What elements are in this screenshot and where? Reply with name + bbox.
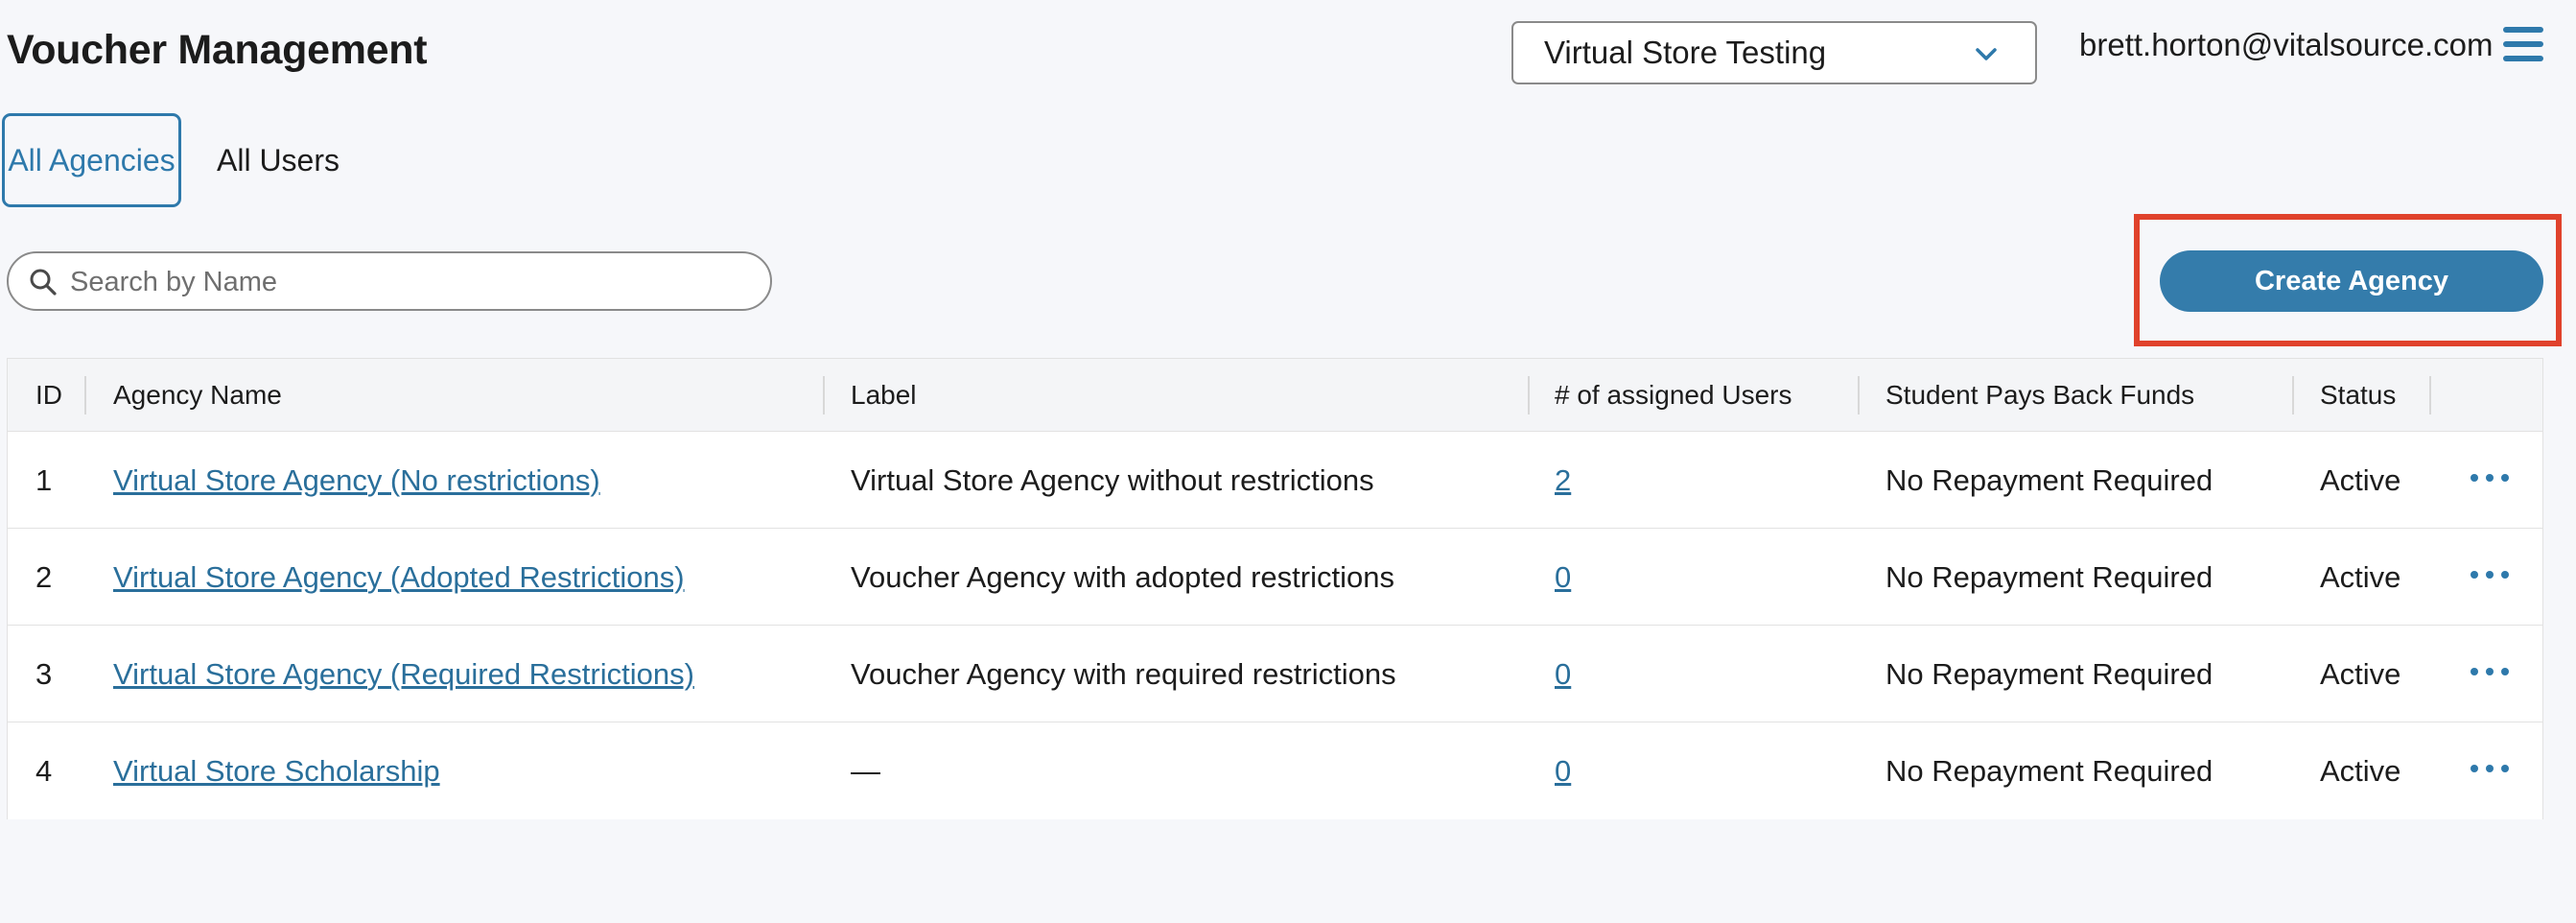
agencies-table: ID Agency Name Label # of assigned Users… bbox=[7, 358, 2543, 819]
column-header-student-pays-back[interactable]: Student Pays Back Funds bbox=[1885, 359, 2194, 432]
cell-label: — bbox=[851, 753, 880, 788]
agency-name-link[interactable]: Virtual Store Agency (Adopted Restrictio… bbox=[113, 560, 685, 595]
column-header-id[interactable]: ID bbox=[35, 359, 62, 432]
search-box bbox=[7, 251, 772, 311]
cell-student-pays-back: No Repayment Required bbox=[1885, 656, 2213, 691]
status-text: Active bbox=[2320, 462, 2401, 497]
agency-name-link[interactable]: Virtual Store Scholarship bbox=[113, 754, 440, 789]
cell-label: Virtual Store Agency without restriction… bbox=[851, 462, 1374, 497]
assigned-users-link[interactable]: 0 bbox=[1555, 754, 1571, 789]
cell-student-pays-back: No Repayment Required bbox=[1885, 462, 2213, 497]
more-options-icon[interactable] bbox=[2471, 759, 2509, 778]
assigned-users-link[interactable]: 2 bbox=[1555, 463, 1571, 498]
create-agency-button[interactable]: Create Agency bbox=[2160, 250, 2543, 312]
chevron-down-icon bbox=[1976, 48, 1997, 60]
cell-id: 2 bbox=[35, 559, 53, 594]
table-header: ID Agency Name Label # of assigned Users… bbox=[8, 359, 2542, 432]
more-options-icon[interactable] bbox=[2471, 662, 2509, 681]
status-text: Active bbox=[2320, 753, 2401, 788]
status-text: Active bbox=[2320, 559, 2401, 594]
cell-student-pays-back: No Repayment Required bbox=[1885, 753, 2213, 788]
table-row: 1 Virtual Store Agency (No restrictions)… bbox=[8, 432, 2542, 529]
status-text: Active bbox=[2320, 656, 2401, 691]
hamburger-menu-icon[interactable] bbox=[2503, 27, 2543, 61]
search-icon bbox=[30, 269, 57, 296]
store-selector-value: Virtual Store Testing bbox=[1544, 35, 1827, 70]
cell-id: 4 bbox=[35, 753, 53, 788]
page-title: Voucher Management bbox=[7, 27, 428, 73]
more-options-icon[interactable] bbox=[2471, 565, 2509, 584]
assigned-users-link[interactable]: 0 bbox=[1555, 560, 1571, 595]
user-email: brett.horton@vitalsource.com bbox=[2079, 27, 2494, 62]
tab-all-agencies[interactable]: All Agencies bbox=[2, 113, 181, 207]
assigned-users-link[interactable]: 0 bbox=[1555, 657, 1571, 692]
voucher-management-page: Voucher Management Virtual Store Testing… bbox=[0, 0, 2576, 923]
cell-student-pays-back: No Repayment Required bbox=[1885, 559, 2213, 594]
column-header-label[interactable]: Label bbox=[851, 359, 917, 432]
agency-name-link[interactable]: Virtual Store Agency (Required Restricti… bbox=[113, 657, 694, 692]
cell-label: Voucher Agency with adopted restrictions bbox=[851, 559, 1394, 594]
table-row: 3 Virtual Store Agency (Required Restric… bbox=[8, 626, 2542, 722]
cell-label: Voucher Agency with required restriction… bbox=[851, 656, 1396, 691]
store-selector-dropdown[interactable]: Virtual Store Testing bbox=[1511, 21, 2037, 84]
table-row: 4 Virtual Store Scholarship — 0 No Repay… bbox=[8, 722, 2542, 819]
table-row: 2 Virtual Store Agency (Adopted Restrict… bbox=[8, 529, 2542, 626]
column-header-assigned-users[interactable]: # of assigned Users bbox=[1555, 359, 1791, 432]
cell-id: 3 bbox=[35, 656, 53, 691]
column-header-agency-name[interactable]: Agency Name bbox=[113, 359, 282, 432]
tab-all-users[interactable]: All Users bbox=[206, 113, 350, 207]
agency-name-link[interactable]: Virtual Store Agency (No restrictions) bbox=[113, 463, 600, 498]
cell-id: 1 bbox=[35, 462, 53, 497]
column-header-status[interactable]: Status bbox=[2320, 359, 2396, 432]
search-input[interactable] bbox=[70, 263, 741, 301]
more-options-icon[interactable] bbox=[2471, 468, 2509, 487]
